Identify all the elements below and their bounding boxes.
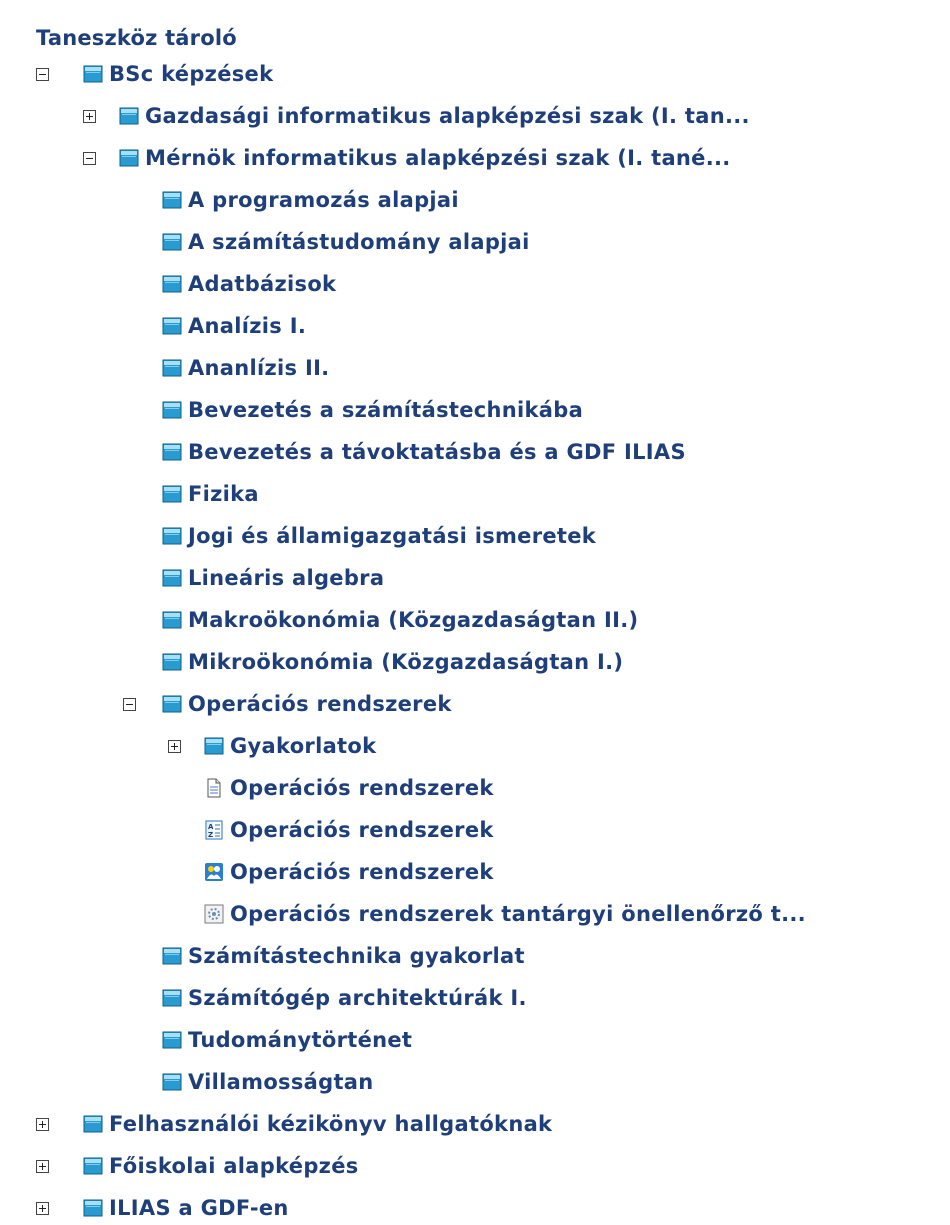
tree-node[interactable]: Analízis I. <box>162 310 306 342</box>
folder-icon <box>119 106 139 126</box>
tree-node[interactable]: Főiskolai alapképzés <box>36 1150 359 1182</box>
test-icon <box>204 904 224 924</box>
tree-node-label[interactable]: Gyakorlatok <box>230 730 376 762</box>
tree-node[interactable]: Bevezetés a távoktatásba és a GDF ILIAS <box>162 436 686 468</box>
tree-node-label[interactable]: Operációs rendszerek <box>230 772 494 804</box>
folder-icon <box>162 358 182 378</box>
tree-node-label[interactable]: Analízis I. <box>188 310 306 342</box>
tree-node[interactable]: BSc képzések <box>36 58 273 90</box>
tree-title[interactable]: Taneszköz tároló <box>36 22 237 54</box>
folder-icon <box>83 1114 103 1134</box>
folder-icon <box>162 694 182 714</box>
tree-node[interactable]: A Z Operációs rendszerek <box>204 814 494 846</box>
repository-tree: Taneszköz tároló BSc képzések Gazdasági i… <box>0 0 950 1225</box>
tree-node-label[interactable]: Operációs rendszerek <box>188 688 452 720</box>
tree-node[interactable]: Gazdasági informatikus alapképzési szak … <box>83 100 750 132</box>
tree-node[interactable]: ILIAS a GDF-en <box>36 1192 289 1224</box>
folder-icon <box>162 568 182 588</box>
tree-node-label[interactable]: Operációs rendszerek tantárgyi önellenőr… <box>230 898 806 930</box>
tree-node-label[interactable]: Fizika <box>188 478 259 510</box>
document-icon <box>204 778 224 798</box>
collapse-icon[interactable] <box>83 151 96 165</box>
tree-node[interactable]: Adatbázisok <box>162 268 336 300</box>
expand-icon[interactable] <box>36 1117 49 1131</box>
tree-node-label[interactable]: ILIAS a GDF-en <box>109 1192 289 1224</box>
folder-icon <box>162 232 182 252</box>
tree-node[interactable]: Operációs rendszerek <box>204 856 494 888</box>
tree-node-label[interactable]: Adatbázisok <box>188 268 336 300</box>
tree-node[interactable]: Operációs rendszerek <box>204 772 494 804</box>
folder-icon <box>162 484 182 504</box>
svg-text:A: A <box>208 823 214 831</box>
expand-icon[interactable] <box>83 109 96 123</box>
forum-icon <box>204 862 224 882</box>
tree-node[interactable]: Operációs rendszerek <box>123 688 452 720</box>
tree-node-label[interactable]: Makroökonómia (Közgazdaságtan II.) <box>188 604 638 636</box>
folder-icon <box>162 442 182 462</box>
tree-node[interactable]: Jogi és államigazgatási ismeretek <box>162 520 596 552</box>
tree-node[interactable]: Mikroökonómia (Közgazdaságtan I.) <box>162 646 623 678</box>
tree-node-label[interactable]: BSc képzések <box>109 58 273 90</box>
tree-node-label[interactable]: Mikroökonómia (Közgazdaságtan I.) <box>188 646 623 678</box>
tree-node-label[interactable]: Tudománytörténet <box>188 1024 412 1056</box>
folder-icon <box>162 316 182 336</box>
tree-node[interactable]: Ananlízis II. <box>162 352 329 384</box>
tree-node-label[interactable]: Jogi és államigazgatási ismeretek <box>188 520 596 552</box>
tree-node[interactable]: Lineáris algebra <box>162 562 384 594</box>
folder-icon <box>162 946 182 966</box>
folder-icon <box>204 736 224 756</box>
folder-icon <box>162 610 182 630</box>
glossary-icon: AZ <box>204 820 224 840</box>
tree-node[interactable]: Villamosságtan <box>162 1066 374 1098</box>
svg-text:Z: Z <box>208 831 213 839</box>
tree-node-label[interactable]: Ananlízis II. <box>188 352 329 384</box>
tree-node-label[interactable]: Számítógép architektúrák I. <box>188 982 527 1014</box>
tree-node-label[interactable]: Felhasználói kézikönyv hallgatóknak <box>109 1108 552 1140</box>
expand-icon[interactable] <box>168 739 181 753</box>
tree-node[interactable]: A számítástudomány alapjai <box>162 226 530 258</box>
tree-node[interactable]: Fizika <box>162 478 259 510</box>
tree-node[interactable]: Mérnök informatikus alapképzési szak (I.… <box>83 142 731 174</box>
tree-node-label[interactable]: Bevezetés a számítástechnikába <box>188 394 583 426</box>
folder-icon <box>162 652 182 672</box>
folder-icon <box>162 1030 182 1050</box>
tree-node-label[interactable]: Gazdasági informatikus alapképzési szak … <box>145 100 750 132</box>
tree-node-label[interactable]: Villamosságtan <box>188 1066 374 1098</box>
folder-icon <box>162 400 182 420</box>
tree-node[interactable]: Bevezetés a számítástechnikába <box>162 394 583 426</box>
tree-node-label[interactable]: Bevezetés a távoktatásba és a GDF ILIAS <box>188 436 686 468</box>
tree-node-label[interactable]: Számítástechnika gyakorlat <box>188 940 525 972</box>
tree-node-label[interactable]: Operációs rendszerek <box>230 814 494 846</box>
folder-icon <box>162 988 182 1008</box>
tree-node-label[interactable]: A programozás alapjai <box>188 184 459 216</box>
expand-icon[interactable] <box>36 1201 49 1215</box>
tree-node-label[interactable]: A számítástudomány alapjai <box>188 226 530 258</box>
tree-node-label[interactable]: Főiskolai alapképzés <box>109 1150 359 1182</box>
tree-node-label[interactable]: Lineáris algebra <box>188 562 384 594</box>
folder-icon <box>119 148 139 168</box>
tree-node-label[interactable]: Operációs rendszerek <box>230 856 494 888</box>
folder-icon <box>83 1198 103 1218</box>
tree-node[interactable]: Makroökonómia (Közgazdaságtan II.) <box>162 604 638 636</box>
tree-node-label[interactable]: Mérnök informatikus alapképzési szak (I.… <box>145 142 731 174</box>
collapse-icon[interactable] <box>123 697 136 711</box>
folder-icon <box>162 190 182 210</box>
tree-node[interactable]: Gyakorlatok <box>168 730 376 762</box>
folder-icon <box>162 274 182 294</box>
tree-node[interactable]: Számítástechnika gyakorlat <box>162 940 525 972</box>
tree-node[interactable]: Tudománytörténet <box>162 1024 412 1056</box>
tree-node[interactable]: Operációs rendszerek tantárgyi önellenőr… <box>204 898 806 930</box>
expand-icon[interactable] <box>36 1159 49 1173</box>
folder-icon <box>162 1072 182 1092</box>
folder-icon <box>162 526 182 546</box>
tree-node[interactable]: Számítógép architektúrák I. <box>162 982 527 1014</box>
tree-node[interactable]: A programozás alapjai <box>162 184 459 216</box>
folder-icon <box>83 1156 103 1176</box>
collapse-icon[interactable] <box>36 67 49 81</box>
tree-node[interactable]: Felhasználói kézikönyv hallgatóknak <box>36 1108 552 1140</box>
folder-icon <box>83 64 103 84</box>
